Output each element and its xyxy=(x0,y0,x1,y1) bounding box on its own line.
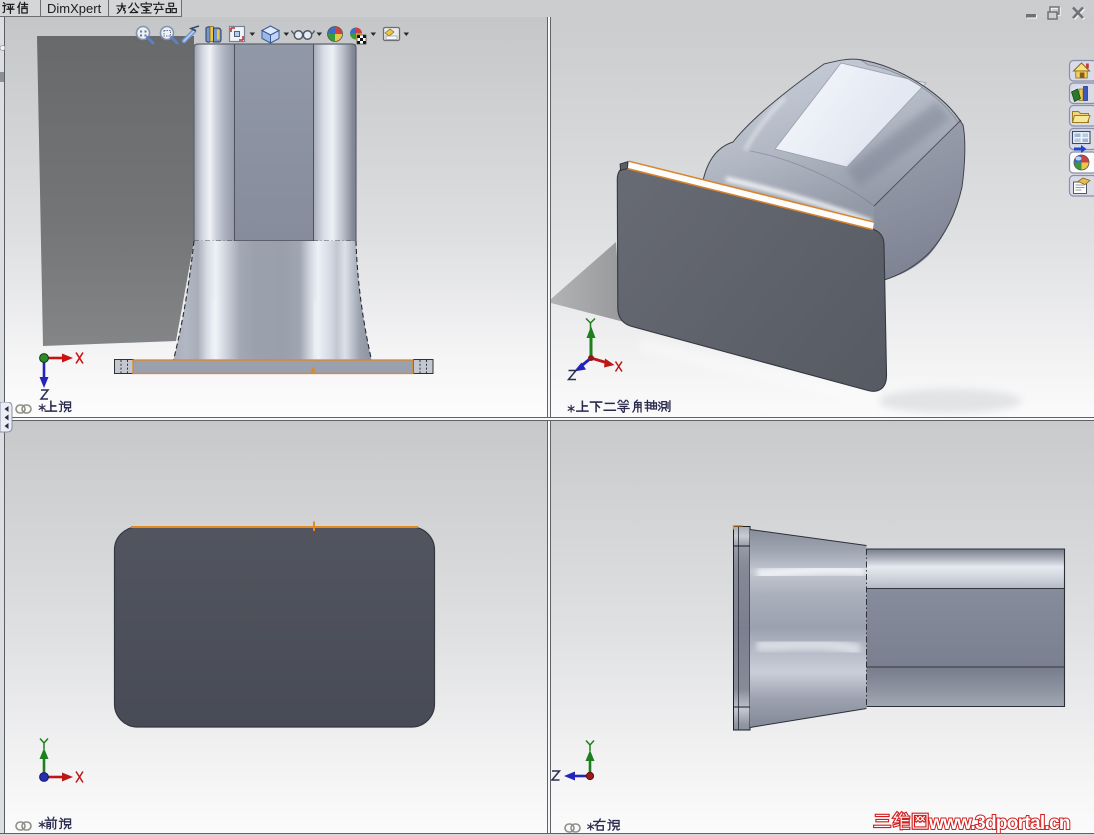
svg-text:DimXpert: DimXpert xyxy=(47,1,102,16)
svg-text:www.3dportal.cn: www.3dportal.cn xyxy=(928,813,1070,833)
